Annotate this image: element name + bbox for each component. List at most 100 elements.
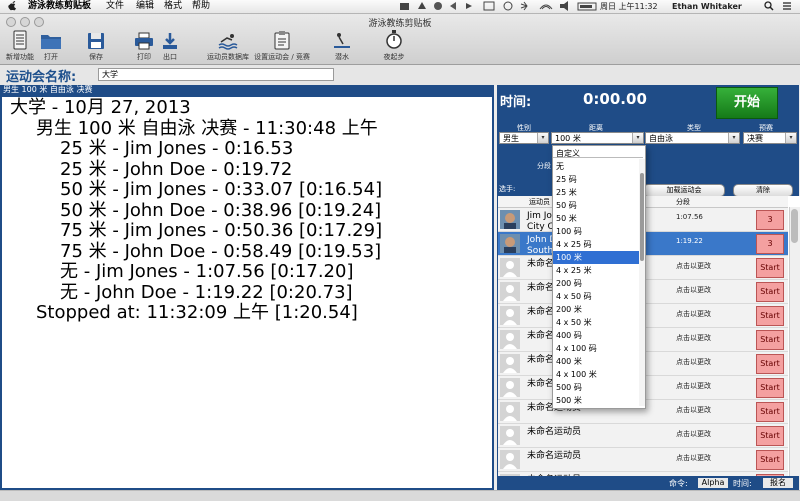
- round-select[interactable]: 决赛 ▾: [743, 132, 797, 144]
- alpha-toggle[interactable]: Alpha: [698, 478, 728, 488]
- split-cell[interactable]: 点击以更改: [676, 285, 711, 295]
- dropdown-option[interactable]: 4 x 50 码: [553, 290, 640, 303]
- avatar-placeholder-icon: [500, 450, 520, 469]
- swimmers-bar: 选手: 加载运动会 清除: [497, 183, 799, 197]
- dropdown-option[interactable]: 100 米: [553, 251, 640, 264]
- split-cell[interactable]: 点击以更改: [676, 333, 711, 343]
- athlete-database-button[interactable]: 运动员数据库: [206, 28, 250, 62]
- start-step-button[interactable]: 夜起步: [380, 28, 408, 62]
- app-menu[interactable]: 游泳教练剪贴板: [28, 1, 91, 12]
- avatar-placeholder-icon: [500, 258, 520, 277]
- lane-row[interactable]: 未命名运动员 点击以更改 Start: [498, 424, 788, 448]
- lane-start-button[interactable]: Start: [756, 402, 784, 422]
- dropdown-option[interactable]: 4 x 100 米: [553, 368, 640, 381]
- results-line: 大学 - 10月 27, 2013: [10, 97, 191, 118]
- menu-file[interactable]: 文件: [106, 1, 124, 12]
- setup-meet-label: 设置运动会 / 竞赛: [254, 53, 310, 61]
- lane-start-button[interactable]: Start: [756, 282, 784, 302]
- lane-start-button[interactable]: Start: [756, 426, 784, 446]
- clock[interactable]: 周日 上午11:32: [600, 1, 658, 12]
- dive-label: 潜水: [335, 53, 349, 61]
- lane-start-button[interactable]: Start: [756, 306, 784, 326]
- lane-start-button[interactable]: Start: [756, 354, 784, 374]
- type-select[interactable]: 自由泳 ▾: [645, 132, 740, 144]
- lane-start-button[interactable]: 3: [756, 234, 784, 254]
- meet-name-row: 运动会名称: 大学: [0, 65, 800, 85]
- dropdown-option[interactable]: 4 x 25 米: [553, 264, 640, 277]
- athlete-name: 未命名运动员: [527, 451, 581, 462]
- save-button[interactable]: 保存: [84, 28, 108, 62]
- split-cell[interactable]: 点击以更改: [676, 309, 711, 319]
- tray-icons[interactable]: [400, 1, 615, 14]
- split-cell[interactable]: 点击以更改: [676, 381, 711, 391]
- lane-start-button[interactable]: Start: [756, 258, 784, 278]
- chevron-down-icon: ▾: [785, 133, 796, 143]
- distance-dropdown-menu[interactable]: 自定义无 25 码 25 米 50 码 50 米 100 码4 x 25 码 100 米4 …: [552, 145, 646, 409]
- dropdown-option[interactable]: 400 码: [553, 329, 640, 342]
- lane-row[interactable]: 未命名运动员 点击以更改 Start: [498, 448, 788, 472]
- folder-icon: [38, 28, 64, 50]
- save-label: 保存: [89, 53, 103, 61]
- dropdown-option[interactable]: 200 米: [553, 303, 640, 316]
- lanes-list[interactable]: 运动员 分段 Jim Jones City Club 1:07.56 3 John Do…: [497, 196, 800, 476]
- dropdown-option[interactable]: 4 x 25 码: [553, 238, 640, 251]
- lane-start-button[interactable]: 3: [756, 210, 784, 230]
- spotlight-icon[interactable]: [764, 1, 774, 14]
- new-document-icon: [2, 28, 38, 50]
- start-step-label: 夜起步: [383, 53, 405, 61]
- menu-help[interactable]: 帮助: [192, 1, 210, 12]
- command-time-label: 时间:: [733, 479, 752, 488]
- split-cell[interactable]: 点击以更改: [676, 453, 711, 463]
- distance-select[interactable]: 100 米 ▾: [551, 132, 644, 144]
- window-toolbar: 游泳教练剪贴板 新增功能 打开 保存 打印 出口 运动员数据库 设置运动会 / …: [0, 14, 800, 65]
- meet-name-label: 运动会名称:: [6, 70, 77, 85]
- results-line: 男生 100 米 自由泳 决赛 - 11:30:48 上午: [36, 117, 378, 139]
- scrollbar-thumb[interactable]: [791, 209, 798, 243]
- dive-button[interactable]: 潜水: [330, 28, 354, 62]
- split-cell[interactable]: 1:19.22: [676, 237, 703, 245]
- export-button[interactable]: 出口: [158, 28, 182, 62]
- dropdown-option[interactable]: 25 米: [553, 186, 640, 199]
- lane-start-button[interactable]: Start: [756, 450, 784, 470]
- user-name[interactable]: Ethan Whitaker: [672, 1, 742, 12]
- command-bar: 命令: Alpha 时间: 报名: [497, 476, 799, 490]
- dropdown-option[interactable]: 400 米: [553, 355, 640, 368]
- menu-edit[interactable]: 编辑: [136, 1, 154, 12]
- dropdown-scroll-thumb[interactable]: [640, 173, 644, 261]
- dropdown-scrollbar[interactable]: [639, 159, 645, 406]
- meet-name-input[interactable]: 大学: [98, 68, 334, 81]
- menu-format[interactable]: 格式: [164, 1, 182, 12]
- dropdown-option[interactable]: 50 码: [553, 199, 640, 212]
- lanes-scrollbar[interactable]: [789, 207, 800, 476]
- open-button[interactable]: 打开: [38, 28, 64, 62]
- apple-icon[interactable]: [8, 1, 17, 15]
- split-cell[interactable]: 点击以更改: [676, 357, 711, 367]
- start-button[interactable]: 开始: [716, 87, 778, 119]
- results-text-area[interactable]: 大学 - 10月 27, 2013 男生 100 米 自由泳 决赛 - 11:3…: [0, 95, 494, 490]
- avatar-placeholder-icon: [500, 354, 520, 373]
- dropdown-option[interactable]: 500 米: [553, 394, 640, 407]
- print-button[interactable]: 打印: [132, 28, 156, 62]
- lane-start-button[interactable]: Start: [756, 330, 784, 350]
- lane-start-button[interactable]: Start: [756, 378, 784, 398]
- notification-list-icon[interactable]: [782, 1, 792, 14]
- split-cell[interactable]: 1:07.56: [676, 213, 703, 221]
- dropdown-option[interactable]: 自定义: [553, 147, 640, 160]
- split-cell[interactable]: 点击以更改: [676, 429, 711, 439]
- setup-meet-button[interactable]: 设置运动会 / 竞赛: [254, 28, 310, 62]
- athlete-name: 未命名运动员: [527, 427, 581, 438]
- signup-toggle[interactable]: 报名: [763, 478, 793, 488]
- dropdown-option[interactable]: 4 x 100 码: [553, 342, 640, 355]
- dropdown-option[interactable]: 500 码: [553, 381, 640, 394]
- dropdown-option[interactable]: 25 码: [553, 173, 640, 186]
- dropdown-option[interactable]: 100 码: [553, 225, 640, 238]
- new-features-button[interactable]: 新增功能: [2, 28, 38, 62]
- gender-select[interactable]: 男生 ▾: [499, 132, 549, 144]
- dropdown-option[interactable]: 无: [553, 160, 640, 173]
- dropdown-option[interactable]: 4 x 50 米: [553, 316, 640, 329]
- split-cell[interactable]: 点击以更改: [676, 261, 711, 271]
- dropdown-option[interactable]: 200 码: [553, 277, 640, 290]
- dropdown-option[interactable]: 50 米: [553, 212, 640, 225]
- print-label: 打印: [137, 53, 151, 61]
- split-cell[interactable]: 点击以更改: [676, 405, 711, 415]
